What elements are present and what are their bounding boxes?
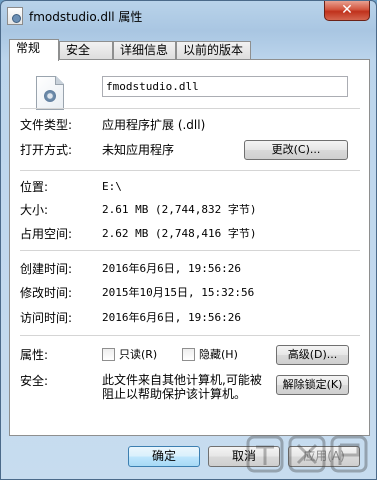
ok-button[interactable]: 确定 (128, 446, 200, 467)
tab-general[interactable]: 常规 (9, 39, 59, 61)
general-panel: fmodstudio.dll 文件类型: 应用程序扩展 (.dll) 打开方式:… (9, 59, 370, 436)
window-title: fmodstudio.dll 属性 (29, 10, 143, 24)
modified-value: 2015年10月15日, 15:32:56 (102, 286, 255, 299)
location-value: E:\ (102, 180, 122, 193)
readonly-label: 只读(R) (119, 348, 158, 361)
tab-strip: 常规 安全 详细信息 以前的版本 (9, 39, 369, 61)
hidden-checkbox-box[interactable] (182, 348, 195, 361)
title-bar[interactable]: fmodstudio.dll 属性 ✕ (1, 1, 376, 31)
hidden-checkbox[interactable]: 隐藏(H) (182, 347, 252, 363)
opens-with-label: 打开方式: (20, 143, 73, 157)
hidden-label: 隐藏(H) (199, 348, 238, 361)
tab-details[interactable]: 详细信息 (113, 41, 176, 60)
unblock-button[interactable]: 解除锁定(K) (276, 375, 349, 395)
divider (20, 170, 360, 171)
accessed-value: 2016年6月6日, 19:56:26 (102, 311, 241, 324)
size-on-disk-label: 占用空间: (20, 227, 73, 241)
file-type-label: 文件类型: (20, 118, 73, 132)
advanced-button[interactable]: 高级(D)... (276, 345, 349, 365)
size-on-disk-value: 2.62 MB (2,748,416 字节) (102, 227, 257, 240)
site-watermark-logo (246, 435, 368, 473)
modified-label: 修改时间: (20, 286, 73, 300)
created-label: 创建时间: (20, 262, 73, 276)
readonly-checkbox-box[interactable] (102, 348, 115, 361)
file-name-field[interactable]: fmodstudio.dll (102, 76, 348, 97)
security-label: 安全: (20, 374, 49, 388)
tab-previous-versions[interactable]: 以前的版本 (176, 41, 251, 60)
size-value: 2.61 MB (2,744,832 字节) (102, 203, 257, 216)
tab-security[interactable]: 安全 (59, 41, 113, 60)
accessed-label: 访问时间: (20, 311, 73, 325)
dll-file-icon (7, 7, 23, 25)
close-button[interactable]: ✕ (324, 1, 370, 21)
properties-dialog: fmodstudio.dll 属性 ✕ 常规 安全 详细信息 以前的版本 fmo… (0, 0, 377, 480)
size-label: 大小: (20, 203, 49, 217)
divider (20, 335, 360, 336)
opens-with-value: 未知应用程序 (102, 143, 175, 157)
security-message: 此文件来自其他计算机,可能被阻止以帮助保护该计算机。 (102, 373, 262, 401)
attributes-label: 属性: (20, 348, 49, 362)
readonly-checkbox[interactable]: 只读(R) (102, 347, 172, 363)
location-label: 位置: (20, 180, 49, 194)
change-button[interactable]: 更改(C)... (244, 140, 348, 160)
file-type-value: 应用程序扩展 (.dll) (102, 118, 206, 132)
divider (20, 250, 360, 251)
dll-file-icon (36, 76, 64, 110)
divider (20, 108, 360, 109)
created-value: 2016年6月6日, 19:56:26 (102, 262, 241, 275)
